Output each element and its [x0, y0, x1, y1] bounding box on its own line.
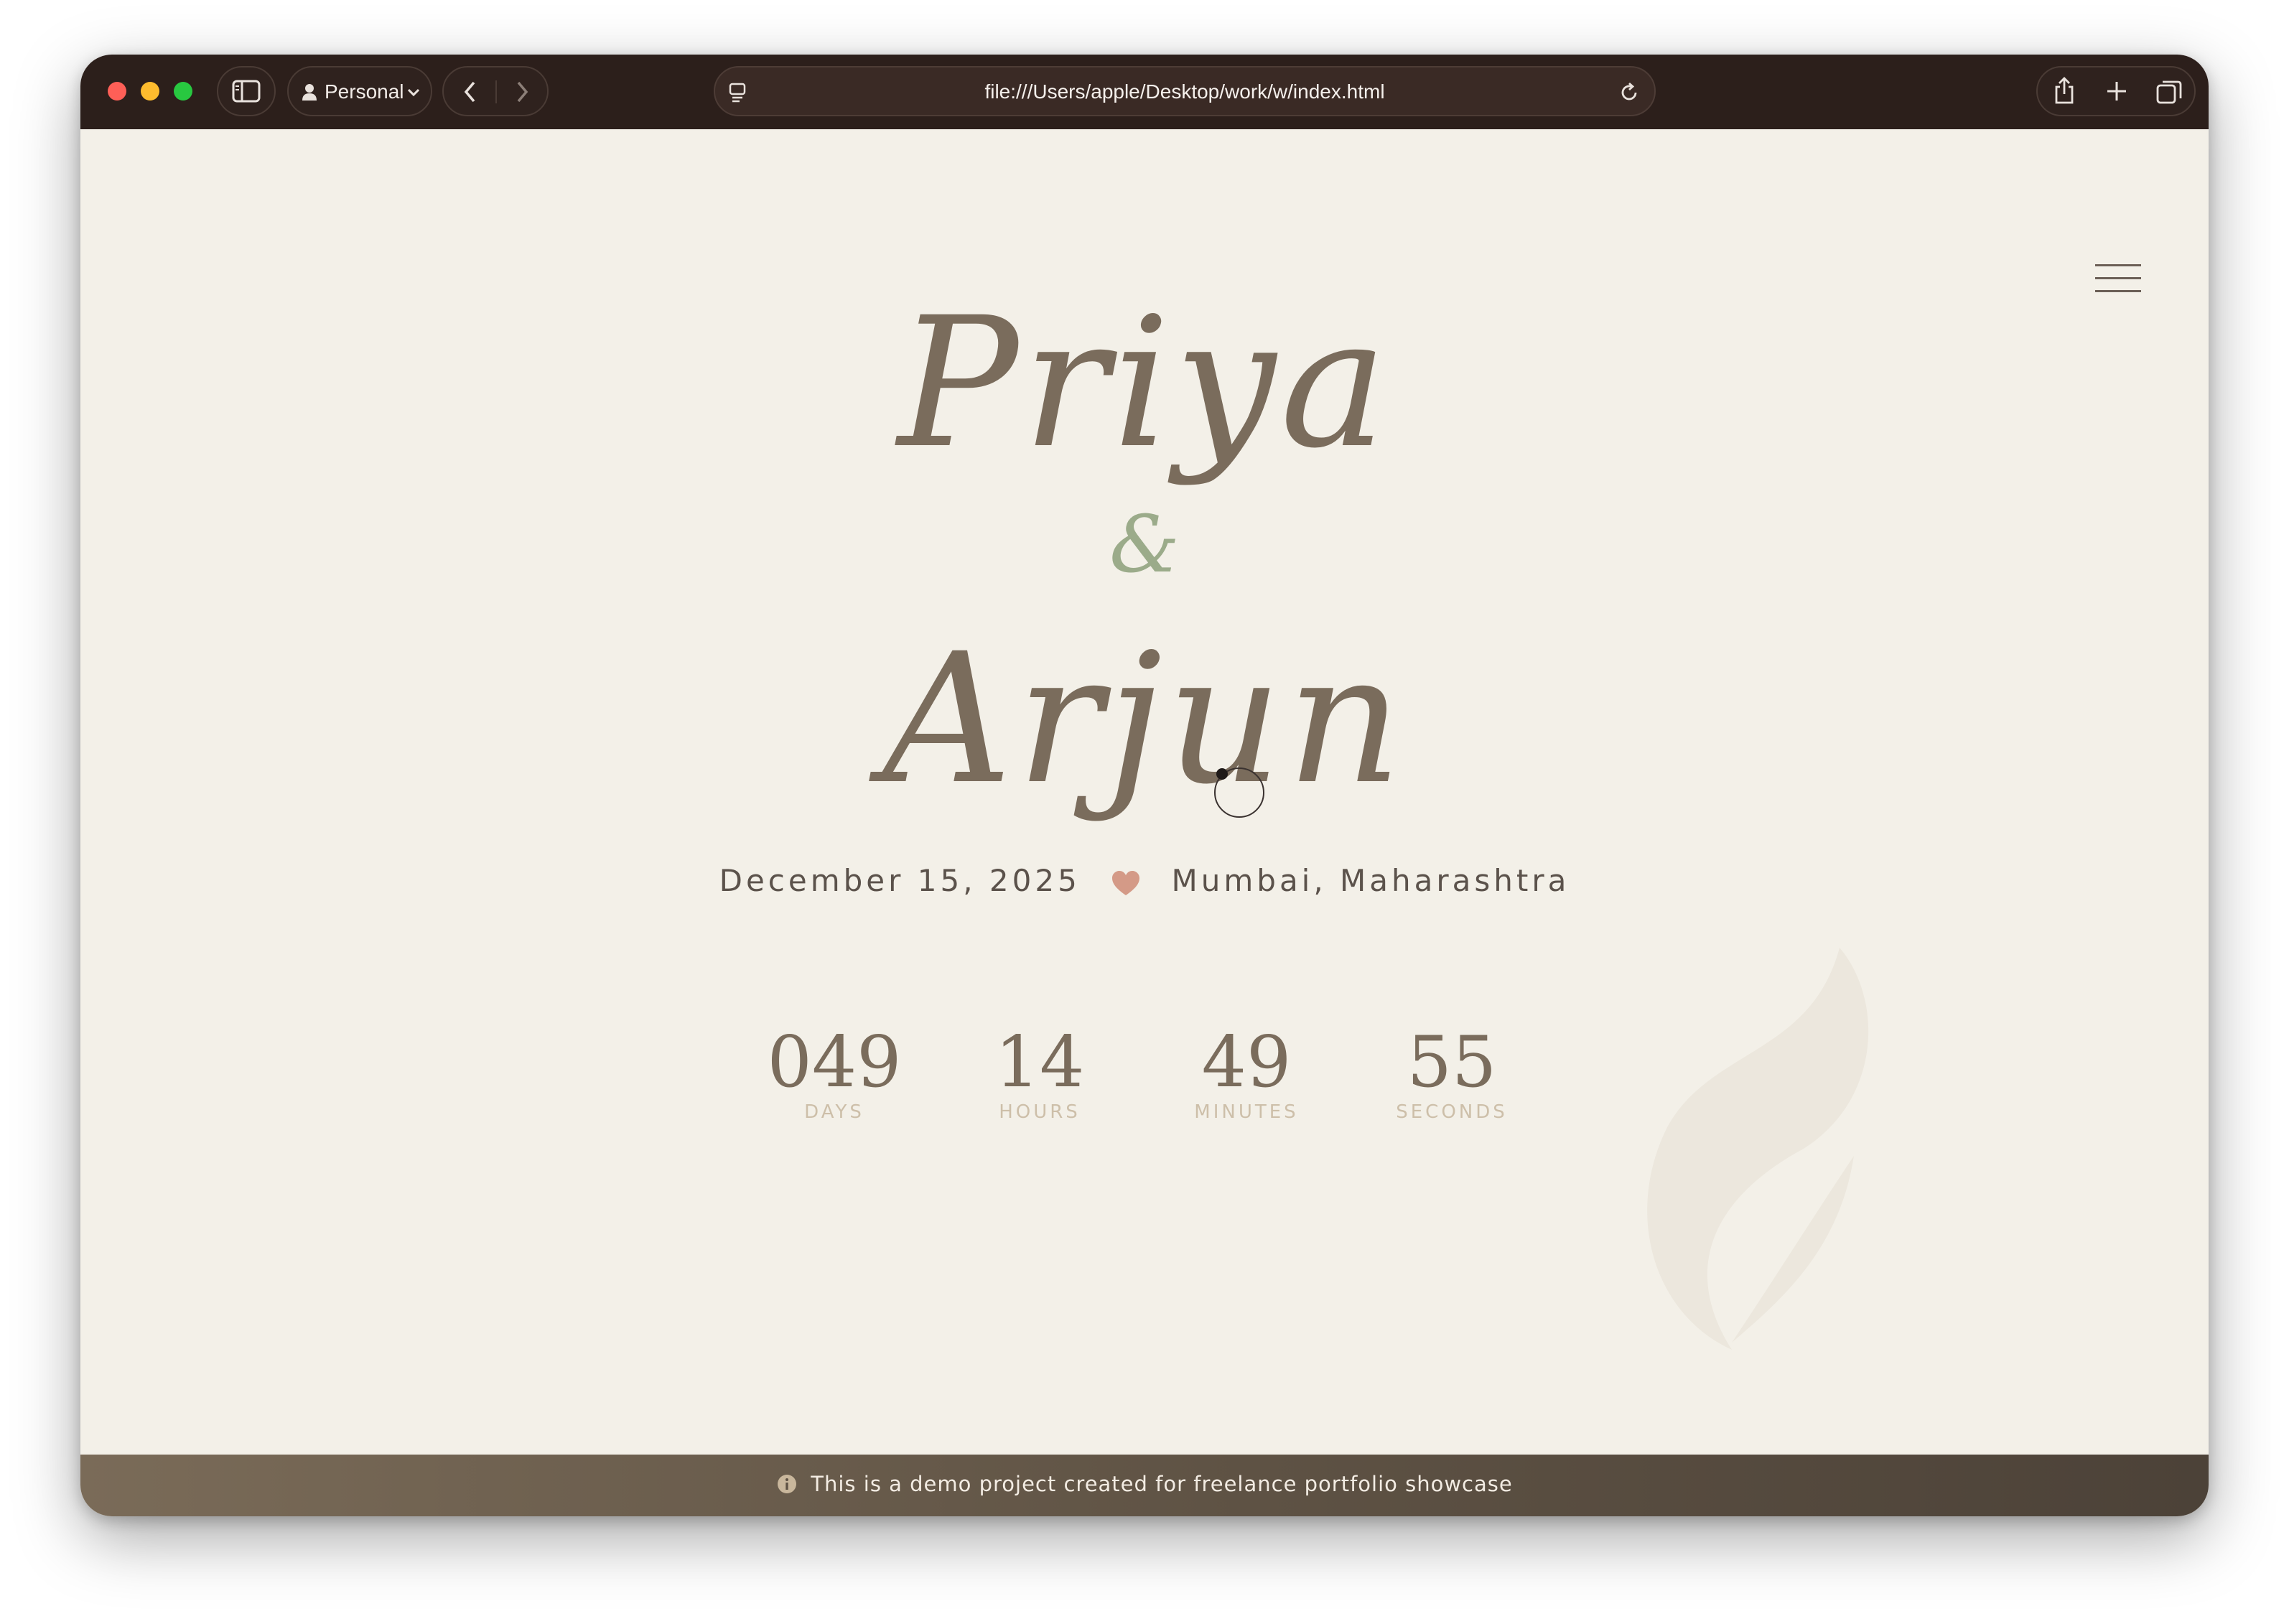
maximize-window-button[interactable] — [174, 82, 192, 101]
back-icon[interactable] — [462, 80, 478, 103]
event-location: Mumbai, Maharashtra — [1171, 863, 1570, 898]
demo-notice-text: This is a demo project created for freel… — [811, 1472, 1513, 1496]
tabs-icon[interactable] — [2155, 79, 2183, 105]
browser-toolbar: Personal file:///Users/apple/Desktop/wor… — [80, 55, 2209, 129]
reload-icon[interactable] — [1618, 82, 1640, 103]
countdown-label: MINUTES — [1194, 1101, 1299, 1123]
chevron-down-icon — [407, 88, 420, 97]
countdown-value: 14 — [994, 1022, 1085, 1103]
plus-icon[interactable] — [2105, 80, 2128, 103]
profile-button[interactable]: Personal — [287, 66, 432, 116]
countdown-hours: 14 HOURS — [954, 1019, 1126, 1123]
countdown-days: 049 DAYS — [748, 1019, 920, 1123]
ampersand: & — [1109, 498, 1180, 590]
url-text: file:///Users/apple/Desktop/work/w/index… — [984, 80, 1385, 103]
heart-icon — [1112, 870, 1140, 895]
profile-label: Personal — [325, 80, 404, 103]
toolbar-actions — [2036, 66, 2196, 116]
event-details: December 15, 2025 Mumbai, Maharashtra — [80, 863, 2209, 898]
minimize-window-button[interactable] — [141, 82, 159, 101]
countdown-label: SECONDS — [1396, 1101, 1508, 1123]
person-icon — [302, 84, 317, 101]
bride-name: Priya — [898, 279, 1391, 487]
countdown-value: 55 — [1407, 1022, 1497, 1103]
sidebar-toggle-button[interactable] — [217, 66, 276, 116]
countdown-value: 49 — [1201, 1022, 1292, 1103]
close-window-button[interactable] — [108, 82, 126, 101]
address-bar[interactable]: file:///Users/apple/Desktop/work/w/index… — [714, 66, 1656, 116]
info-icon — [778, 1475, 797, 1493]
countdown-value: 049 — [767, 1022, 902, 1103]
nav-divider — [495, 80, 497, 103]
browser-window: Personal file:///Users/apple/Desktop/wor… — [80, 55, 2209, 1516]
countdown-label: HOURS — [999, 1101, 1081, 1123]
page-content: Priya & Arjun December 15, 2025 Mumbai, … — [80, 129, 2209, 1516]
share-icon[interactable] — [2053, 76, 2075, 105]
navigation-buttons — [442, 66, 549, 116]
custom-cursor — [1214, 767, 1264, 818]
countdown-seconds: 55 SECONDS — [1366, 1019, 1538, 1123]
sidebar-icon — [232, 80, 261, 103]
event-date: December 15, 2025 — [719, 863, 1081, 898]
leaf-icon — [1647, 948, 1869, 1350]
countdown-minutes: 49 MINUTES — [1160, 1019, 1333, 1123]
demo-notice-bar: This is a demo project created for freel… — [80, 1455, 2209, 1516]
forward-icon[interactable] — [514, 80, 530, 103]
groom-name: Arjun — [882, 615, 1407, 823]
